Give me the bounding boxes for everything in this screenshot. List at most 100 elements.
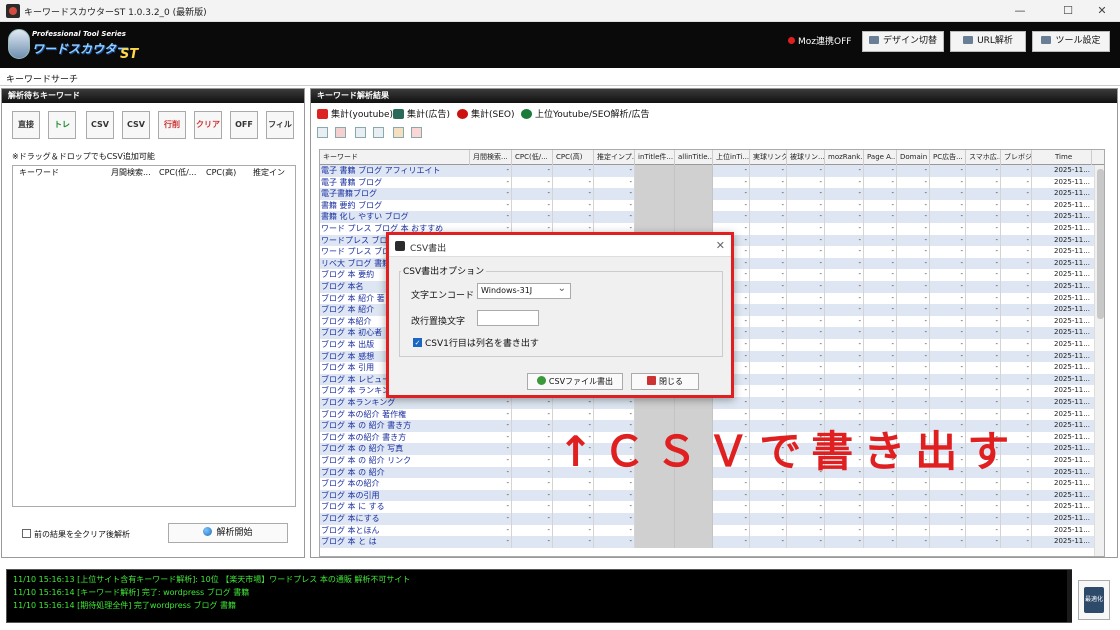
column-header[interactable]: CPC(低/... <box>512 150 553 165</box>
keyword-cell[interactable]: ブログ 本にする <box>320 513 470 525</box>
dialog-close-icon[interactable]: ✕ <box>716 239 725 252</box>
keyword-cell[interactable]: ブログ 本 の 紹介 リンク <box>320 455 470 467</box>
optimize-button[interactable]: 最適化 <box>1078 580 1110 620</box>
menu-keyword-search[interactable]: キーワードサーチ <box>6 72 78 85</box>
close-button[interactable]: ✕ <box>1082 1 1120 21</box>
data-cell: - <box>966 373 1001 386</box>
keyword-cell[interactable]: ブログ 本とほん <box>320 525 470 537</box>
data-cell: - <box>470 489 512 502</box>
minimize-button[interactable]: — <box>1000 1 1040 21</box>
keyword-cell[interactable]: ブログ 本の引用 <box>320 490 470 502</box>
table-row[interactable]: ブログ 本にする - - - - - - - - - - - - -2025-11... <box>320 513 1104 525</box>
table-row[interactable]: 電子 書籍 ブログ アフィリエイト - - - - - - - - - - - - -2025-11... <box>320 165 1104 177</box>
col-cpc-low[interactable]: CPC(低/... <box>159 166 196 180</box>
add-row-icon[interactable] <box>355 127 366 138</box>
data-cell: - <box>512 536 553 548</box>
pending-keyword-list[interactable] <box>12 180 296 507</box>
data-cell: - <box>825 373 864 386</box>
keyword-cell[interactable]: ブログ 本 の 紹介 <box>320 467 470 479</box>
csv-export-icon[interactable] <box>411 127 422 138</box>
keyword-cell[interactable]: ブログ 本の紹介 著作権 <box>320 409 470 421</box>
data-cell: - <box>553 524 594 537</box>
csv-file-export-button[interactable]: CSVファイル書出 <box>527 373 623 390</box>
word-off-button[interactable]: OFF <box>230 111 258 139</box>
tab-top-analysis[interactable]: 上位Youtube/SEO解析/広告 <box>521 108 650 122</box>
vertical-scrollbar[interactable] <box>1094 165 1104 556</box>
row-delete-button[interactable]: 行削 <box>158 111 186 139</box>
data-cell: - <box>825 223 864 235</box>
keyword-cell[interactable]: 書籍 化し やすい ブログ <box>320 211 470 223</box>
filter-button[interactable]: フィル <box>266 111 294 139</box>
keyword-cell[interactable]: 電子 書籍 ブログ <box>320 177 470 189</box>
chart-icon[interactable] <box>335 127 346 138</box>
tab-ads[interactable]: 集計(広告) <box>393 108 450 122</box>
keyword-cell[interactable]: ブログ 本 に する <box>320 501 470 513</box>
data-cell: - <box>966 385 1001 397</box>
newline-replace-input[interactable] <box>477 310 539 326</box>
keyword-cell[interactable]: ブログ 本の紹介 <box>320 478 470 490</box>
table-row[interactable]: 書籍 要約 ブログ - - - - - - - - - - - - -2025-11... <box>320 199 1104 212</box>
keyword-cell[interactable]: ブログ 本の紹介 書き方 <box>320 432 470 444</box>
table-row[interactable]: ブログ 本 と は - - - - - - - - - - - - -2025-11... <box>320 536 1104 548</box>
column-header[interactable]: キーワード <box>320 150 470 165</box>
delete-row-icon[interactable] <box>373 127 384 138</box>
url-analyze-button[interactable]: URL解析 <box>950 31 1026 52</box>
keyword-cell[interactable]: 書籍 要約 ブログ <box>320 200 470 212</box>
col-cpc-high[interactable]: CPC(高) <box>206 166 236 180</box>
clear-button[interactable]: クリア <box>194 111 222 139</box>
scrollbar-thumb[interactable] <box>1097 169 1104 319</box>
keyword-cell[interactable]: 電子書籍ブログ <box>320 188 470 200</box>
tab-youtube[interactable]: 集計(youtube) <box>317 108 393 122</box>
column-header[interactable]: 月間検索... <box>470 150 512 165</box>
window-title: キーワードスカウターST 1.0.3.2_0 (最新版) <box>24 8 207 18</box>
csv-export-button[interactable]: CSV <box>122 111 150 139</box>
tab-seo[interactable]: 集計(SEO) <box>457 108 515 122</box>
column-header[interactable]: allinTitle... <box>675 150 713 165</box>
table-row[interactable]: 電子 書籍 ブログ - - - - - - - - - - - - -2025-11... <box>320 176 1104 189</box>
column-header[interactable]: Domain ... <box>897 150 930 165</box>
table-row[interactable]: ブログ 本 に する - - - - - - - - - - - - -2025-11... <box>320 501 1104 513</box>
log-line: 11/10 15:16:14 [期待処理全件] 完了wordpress ブログ … <box>13 601 237 610</box>
dialog-close-button[interactable]: 閉じる <box>631 373 699 390</box>
column-header[interactable]: 実球リンク... <box>750 150 787 165</box>
encoding-select[interactable]: Windows-31J <box>477 282 571 299</box>
table-row[interactable]: ブログ 本の紹介 - - - - - - - - - - - - -2025-11... <box>320 478 1104 490</box>
start-analysis-button[interactable]: 解析開始 <box>168 523 288 543</box>
log-scrollbar[interactable] <box>1067 570 1072 622</box>
column-header[interactable]: スマホ広... <box>966 150 1001 165</box>
data-cell: - <box>930 385 966 397</box>
direct-input-button[interactable]: 直接 <box>12 111 40 139</box>
grid-icon[interactable] <box>317 127 328 138</box>
column-header[interactable]: 上位inTi... <box>713 150 750 165</box>
col-monthly[interactable]: 月間検索... <box>111 166 151 180</box>
keyword-cell[interactable]: ブログ 本ランキング <box>320 397 470 409</box>
column-header[interactable]: 被球リン... <box>787 150 825 165</box>
header-row-checkbox[interactable]: ✓ CSV1行目は列名を書き出す <box>413 338 539 350</box>
keyword-cell[interactable]: ブログ 本 の 紹介 写真 <box>320 443 470 455</box>
keyword-cell[interactable]: ブログ 本 の 紹介 書き方 <box>320 420 470 432</box>
col-keyword[interactable]: キーワード <box>19 166 59 180</box>
table-row[interactable]: 書籍 化し やすい ブログ - - - - - - - - - - - - -2025-11... <box>320 211 1104 223</box>
column-header[interactable]: ブレボジ... <box>1001 150 1032 165</box>
keyword-cell[interactable]: 電子 書籍 ブログ アフィリエイト <box>320 165 470 177</box>
design-switch-button[interactable]: デザイン切替 <box>862 31 944 52</box>
column-header[interactable]: Page A... <box>864 150 897 165</box>
tool-settings-button[interactable]: ツール設定 <box>1032 31 1110 52</box>
sort-icon[interactable] <box>393 127 404 138</box>
table-row[interactable]: ブログ 本ランキング - - - - - - - - - - - - -2025-11... <box>320 397 1104 409</box>
column-header[interactable]: mozRank... <box>825 150 864 165</box>
column-header[interactable]: CPC(高) <box>553 150 594 165</box>
data-cell: - <box>966 362 1001 374</box>
clear-before-analyze-checkbox[interactable]: 前の結果を全クリア後解析 <box>22 529 130 541</box>
column-header[interactable]: Time <box>1052 150 1092 165</box>
table-row[interactable]: 電子書籍ブログ - - - - - - - - - - - - -2025-11... <box>320 188 1104 200</box>
moz-status[interactable]: Moz連携OFF <box>788 33 851 51</box>
table-row[interactable]: ブログ 本とほん - - - - - - - - - - - - -2025-11... <box>320 524 1104 537</box>
trend-button[interactable]: トレ <box>48 111 76 139</box>
table-row[interactable]: ブログ 本の引用 - - - - - - - - - - - - -2025-11... <box>320 489 1104 502</box>
csv-import-button[interactable]: CSV <box>86 111 114 139</box>
column-header[interactable]: PC広告... <box>930 150 966 165</box>
column-header[interactable]: 推定インプ... <box>594 150 635 165</box>
column-header[interactable]: inTitle件... <box>635 150 675 165</box>
keyword-cell[interactable]: ブログ 本 と は <box>320 536 470 548</box>
